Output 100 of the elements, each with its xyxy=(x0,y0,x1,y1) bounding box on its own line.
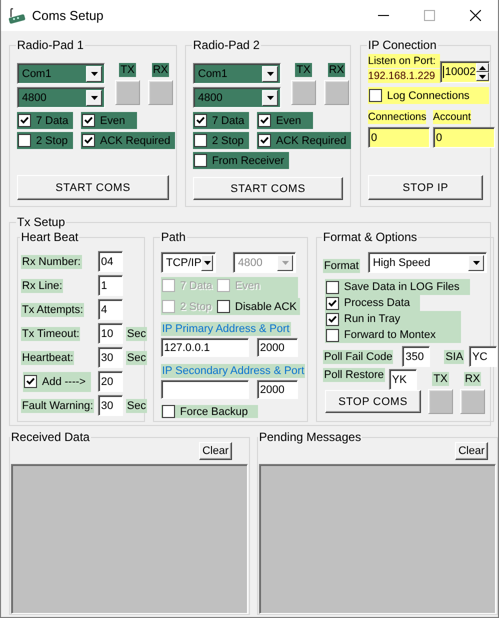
indicator-lamp xyxy=(291,80,316,105)
field-label: Listen on Port: xyxy=(368,54,440,68)
indicator-label: RX xyxy=(464,372,482,386)
field-label: Fault Warning: xyxy=(21,398,94,412)
ip-address: 192.168.1.229 xyxy=(368,69,440,83)
text-field[interactable]: 30 xyxy=(98,395,123,416)
window-title: Coms Setup xyxy=(32,8,105,23)
up-arrow-icon xyxy=(478,66,486,70)
indicator-lamp xyxy=(148,80,173,105)
text-field[interactable]: 2000 xyxy=(257,338,298,357)
dropdown[interactable]: Com1 xyxy=(193,63,281,84)
field-label: Poll Fail Code xyxy=(323,350,394,364)
group-title: Format & Options xyxy=(323,230,418,244)
checkbox[interactable]: Force Backup xyxy=(161,405,258,418)
caret-icon xyxy=(266,96,274,100)
indicator-label: RX xyxy=(328,63,346,77)
group-title: Path xyxy=(161,230,186,244)
checkbox[interactable]: Even xyxy=(81,112,137,129)
checkbox[interactable]: Run in Tray xyxy=(325,311,461,327)
stop-ip-button[interactable]: STOP IP xyxy=(368,175,483,200)
start-button[interactable]: START COMS xyxy=(193,177,343,200)
caret-icon xyxy=(478,74,486,78)
checkbox[interactable]: Disable ACK xyxy=(216,298,300,315)
text-field[interactable]: 0 xyxy=(433,127,495,148)
group-title: Pending Messages xyxy=(259,430,362,444)
field-label: Heartbeat: xyxy=(21,350,74,364)
unit-label: Sec xyxy=(126,398,147,412)
address-label: IP Primary Address & Port xyxy=(161,322,291,336)
stop-coms-button[interactable]: STOP COMS xyxy=(325,390,421,413)
indicator-lamp xyxy=(460,389,485,414)
caret-icon xyxy=(90,96,98,100)
indicator-label: TX xyxy=(432,372,449,386)
indicator-lamp xyxy=(324,80,349,105)
field-label: Tx Attempts: xyxy=(21,302,84,316)
unit-label: Sec xyxy=(126,326,147,340)
indicator-lamp xyxy=(428,389,453,414)
indicator-label: RX xyxy=(152,63,170,77)
text-field[interactable]: 1 xyxy=(98,275,123,296)
checkbox[interactable]: Forward to Montex xyxy=(325,327,461,343)
dropdown[interactable]: 4800 xyxy=(17,87,105,108)
field-label: Format xyxy=(323,258,360,272)
dropdown[interactable]: 4800 xyxy=(193,87,281,108)
checkbox[interactable]: ACK Required xyxy=(257,132,352,149)
text-field[interactable]: 10 xyxy=(98,323,123,344)
checkbox[interactable]: ACK Required xyxy=(81,132,176,149)
unit-label: Sec xyxy=(126,350,147,364)
group-title: Radio-Pad 2 xyxy=(193,38,260,52)
field-label: Tx Timeout: xyxy=(21,326,80,340)
check-icon xyxy=(84,136,93,145)
caret-icon xyxy=(266,72,274,76)
field-label: SIA xyxy=(444,350,464,364)
app-icon xyxy=(8,8,26,24)
text-field[interactable]: YK xyxy=(389,369,417,390)
check-icon xyxy=(260,116,269,125)
text-field[interactable]: 2000 xyxy=(257,380,298,399)
caret-icon xyxy=(204,260,211,264)
checkbox[interactable]: 7 Data xyxy=(193,112,250,129)
check-icon xyxy=(26,377,35,386)
group-title: Received Data xyxy=(11,430,90,444)
text-field[interactable]: 4 xyxy=(98,299,123,320)
group-title: Radio-Pad 1 xyxy=(17,38,84,52)
group-title: Heart Beat xyxy=(21,230,78,244)
close-icon[interactable] xyxy=(470,10,480,21)
checkbox[interactable]: 2 Stop xyxy=(17,132,73,149)
text-field[interactable]: 04 xyxy=(98,251,123,272)
dropdown[interactable]: High Speed xyxy=(368,252,487,273)
text-field[interactable]: 0 xyxy=(368,127,430,148)
text-field[interactable]: 350 xyxy=(402,346,430,367)
group-title: Tx Setup xyxy=(17,215,66,229)
dropdown[interactable]: Com1 xyxy=(17,63,105,84)
checkbox[interactable]: Process Data xyxy=(325,295,420,311)
caret-icon xyxy=(472,260,480,264)
indicator-label: TX xyxy=(295,63,312,77)
address-label: IP Secondary Address & Port xyxy=(161,364,306,378)
dropdown[interactable]: TCP/IP xyxy=(161,252,216,273)
text-field[interactable]: 20 xyxy=(98,371,123,392)
start-button[interactable]: START COMS xyxy=(17,175,169,200)
text-field[interactable]: 30 xyxy=(98,347,123,368)
checkbox[interactable]: Save Data in LOG Files xyxy=(325,279,470,295)
text-field[interactable]: 127.0.0.1 xyxy=(161,338,249,357)
caret-icon xyxy=(282,260,288,264)
group-title: IP Conection xyxy=(368,38,436,52)
checkbox[interactable]: 2 Stop xyxy=(193,132,249,149)
port-spinner[interactable]: 10002 xyxy=(440,61,490,83)
minimize-icon[interactable] xyxy=(378,15,388,16)
indicator-lamp xyxy=(115,80,140,105)
indicator-label: TX xyxy=(119,63,136,77)
caret-icon xyxy=(90,72,98,76)
text-field[interactable] xyxy=(161,380,249,399)
text-field[interactable]: YC xyxy=(469,346,498,367)
checkbox[interactable]: From Receiver xyxy=(193,152,290,169)
clear-button[interactable]: Clear xyxy=(455,442,488,460)
checkbox[interactable]: Even xyxy=(257,112,313,129)
field-label: Connections xyxy=(368,110,426,124)
checkbox[interactable]: 7 Data xyxy=(17,112,74,129)
field-label: Rx Number: xyxy=(21,254,82,268)
checkbox[interactable]: Add ----> xyxy=(23,372,91,392)
checkbox[interactable]: Log Connections xyxy=(368,87,489,104)
clear-button[interactable]: Clear xyxy=(199,442,232,460)
field-label: Rx Line: xyxy=(21,278,64,292)
